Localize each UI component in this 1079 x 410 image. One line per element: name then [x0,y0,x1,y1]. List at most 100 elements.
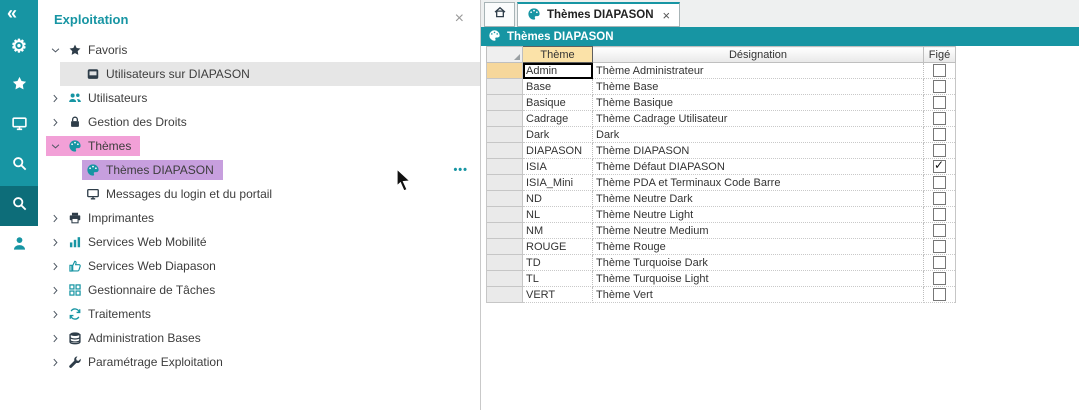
designation-cell[interactable]: Thème Vert [593,287,924,303]
chevron-right-icon[interactable] [49,308,61,320]
fige-checkbox[interactable] [933,160,946,173]
theme-cell[interactable]: ND [523,191,593,207]
collapse-sidebar-button[interactable]: « [0,0,38,26]
tree-item-themes[interactable]: Thèmes [38,134,480,158]
user-account-button[interactable] [0,226,38,266]
row-selector[interactable] [487,287,523,303]
chevron-right-icon[interactable] [49,284,61,296]
row-selector[interactable] [487,175,523,191]
row-selector[interactable] [487,111,523,127]
tree-item-services-web-mobilite[interactable]: Services Web Mobilité [38,230,480,254]
fige-cell[interactable] [924,191,956,207]
chevron-right-icon[interactable] [49,212,61,224]
theme-cell[interactable]: Basique [523,95,593,111]
designation-cell[interactable]: Thème Neutre Medium [593,223,924,239]
theme-cell[interactable]: NM [523,223,593,239]
fige-cell[interactable] [924,223,956,239]
theme-cell[interactable]: ROUGE [523,239,593,255]
chevron-right-icon[interactable] [49,356,61,368]
row-selector[interactable] [487,79,523,95]
row-selector[interactable] [487,191,523,207]
fige-cell[interactable] [924,287,956,303]
theme-cell[interactable]: Admin [523,63,593,79]
fige-cell[interactable] [924,159,956,175]
tree-item-gestionnaire-de-taches[interactable]: Gestionnaire de Tâches [38,278,480,302]
tree-item-gestion-des-droits[interactable]: Gestion des Droits [38,110,480,134]
tree-item-traitements[interactable]: Traitements [38,302,480,326]
fige-cell[interactable] [924,271,956,287]
fige-checkbox[interactable] [933,192,946,205]
row-selector[interactable] [487,207,523,223]
tree-item-imprimantes[interactable]: Imprimantes [38,206,480,230]
row-selector[interactable] [487,63,523,79]
chevron-right-icon[interactable] [49,116,61,128]
row-selector[interactable] [487,159,523,175]
tree-item-messages-du-login-et-du-portail[interactable]: Messages du login et du portail [38,182,480,206]
theme-cell[interactable]: ISIA [523,159,593,175]
tree-item-parametrage-exploitation[interactable]: Paramétrage Exploitation [38,350,480,374]
fige-cell[interactable] [924,239,956,255]
row-selector[interactable] [487,223,523,239]
search-button[interactable] [0,146,38,186]
fige-checkbox[interactable] [933,112,946,125]
designation-cell[interactable]: Thème Basique [593,95,924,111]
tab-close-icon[interactable]: × [663,8,671,23]
column-header-theme[interactable]: Thème [523,47,593,63]
fige-cell[interactable] [924,175,956,191]
theme-cell[interactable]: TD [523,255,593,271]
designation-cell[interactable]: Thème Rouge [593,239,924,255]
theme-cell[interactable]: DIAPASON [523,143,593,159]
designation-cell[interactable]: Thème Défaut DIAPASON [593,159,924,175]
row-selector[interactable] [487,255,523,271]
designation-cell[interactable]: Thème Turquoise Dark [593,255,924,271]
column-header-fige[interactable]: Figé [924,47,956,63]
designation-cell[interactable]: Thème Turquoise Light [593,271,924,287]
corner-select-all[interactable] [487,47,523,63]
chevron-right-icon[interactable] [49,92,61,104]
tab-home[interactable] [484,2,515,27]
tree-item-themes-diapason[interactable]: Thèmes DIAPASON••• [38,158,480,182]
fige-cell[interactable] [924,111,956,127]
fige-checkbox[interactable] [933,272,946,285]
fige-cell[interactable] [924,95,956,111]
designation-cell[interactable]: Thème Base [593,79,924,95]
theme-cell[interactable]: Dark [523,127,593,143]
theme-cell[interactable]: Cadrage [523,111,593,127]
column-header-designation[interactable]: Désignation [593,47,924,63]
theme-cell[interactable]: TL [523,271,593,287]
designation-cell[interactable]: Thème Neutre Light [593,207,924,223]
tree-item-favoris[interactable]: Favoris [38,38,480,62]
fige-cell[interactable] [924,79,956,95]
fige-cell[interactable] [924,63,956,79]
chevron-right-icon[interactable] [49,236,61,248]
chevron-down-icon[interactable] [49,140,61,152]
designation-cell[interactable]: Thème DIAPASON [593,143,924,159]
screens-button[interactable] [0,106,38,146]
tree-item-utilisateurs-sur-diapason[interactable]: Utilisateurs sur DIAPASON [38,62,480,86]
sidebar-close-icon[interactable]: × [455,11,464,27]
row-selector[interactable] [487,143,523,159]
more-options-button[interactable]: ••• [453,164,468,176]
theme-cell[interactable]: VERT [523,287,593,303]
favorites-button[interactable] [0,66,38,106]
designation-cell[interactable]: Thème Neutre Dark [593,191,924,207]
row-selector[interactable] [487,95,523,111]
designation-cell[interactable]: Thème PDA et Terminaux Code Barre [593,175,924,191]
settings-button[interactable]: ⚙ [0,26,38,66]
fige-checkbox[interactable] [933,64,946,77]
fige-checkbox[interactable] [933,224,946,237]
fige-cell[interactable] [924,143,956,159]
chevron-right-icon[interactable] [49,260,61,272]
row-selector[interactable] [487,239,523,255]
theme-cell[interactable]: ISIA_Mini [523,175,593,191]
chevron-down-icon[interactable] [49,44,61,56]
tab-themes-diapason[interactable]: Thèmes DIAPASON × [517,2,680,27]
designation-cell[interactable]: Thème Cadrage Utilisateur [593,111,924,127]
fige-checkbox[interactable] [933,240,946,253]
tree-item-administration-bases[interactable]: Administration Bases [38,326,480,350]
chevron-right-icon[interactable] [49,332,61,344]
fige-cell[interactable] [924,127,956,143]
fige-checkbox[interactable] [933,96,946,109]
designation-cell[interactable]: Thème Administrateur [593,63,924,79]
fige-checkbox[interactable] [933,176,946,189]
